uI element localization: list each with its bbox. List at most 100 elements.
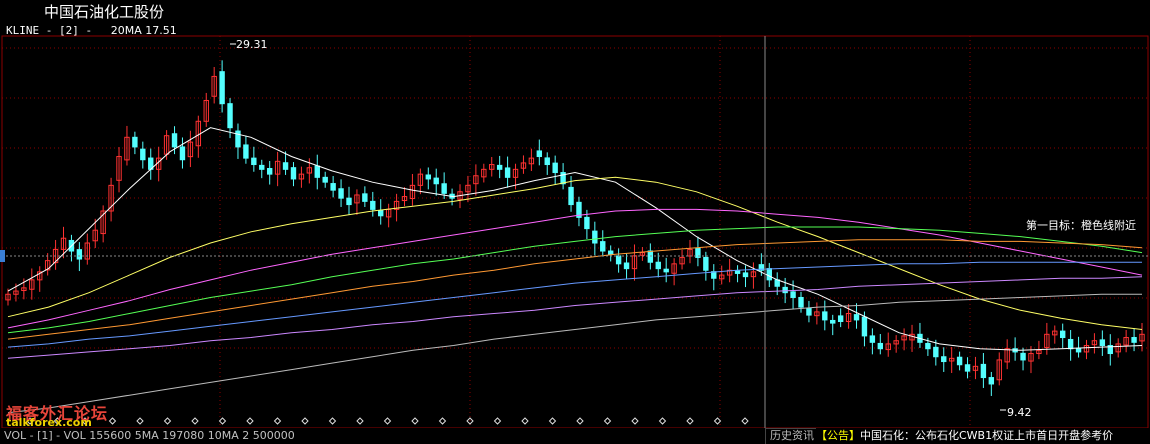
- candle-down: [132, 136, 138, 148]
- candle-down: [552, 162, 558, 174]
- candle-down: [441, 183, 447, 194]
- candle-down: [346, 197, 352, 206]
- event-marker: [273, 417, 282, 425]
- candle-down: [1075, 347, 1082, 353]
- candle-down: [766, 268, 772, 281]
- event-marker: [548, 417, 557, 425]
- candle-down: [504, 167, 511, 178]
- ticker-text: 中国石化：公布石化CWB1权证上市首日开盘参考价: [860, 429, 1114, 442]
- event-marker: [741, 417, 749, 425]
- candle-down: [243, 144, 249, 159]
- candle-down: [140, 148, 146, 161]
- event-marker: [521, 417, 529, 425]
- candle-down: [76, 249, 83, 260]
- volume-indicator-label: VOL - [1] - VOL 155600 5MA 197080 10MA 2…: [4, 429, 295, 442]
- kline-chart-window: 中国石油化工股份 KLINE - [2] - 20MA 17.51 29.31 …: [0, 0, 1150, 444]
- candle-down: [655, 261, 661, 270]
- candle-down: [822, 311, 828, 321]
- event-marker: [631, 417, 639, 425]
- candle-down: [568, 186, 574, 206]
- status-bar: VOL - [1] - VOL 155600 5MA 197080 10MA 2…: [0, 428, 1150, 444]
- candle-down: [433, 177, 439, 185]
- kline-label[interactable]: KLINE - [2] -: [6, 24, 92, 37]
- candle-down: [964, 364, 971, 372]
- candle-down: [933, 346, 939, 358]
- event-marker: [328, 417, 337, 425]
- candle-down: [1020, 352, 1026, 361]
- candle-down: [536, 150, 543, 158]
- candle-down: [647, 250, 654, 263]
- candle-down: [703, 256, 709, 271]
- candle-down: [925, 342, 931, 350]
- stock-title: 中国石油化工股份: [44, 3, 165, 21]
- candle-down: [338, 188, 344, 199]
- candle-down: [251, 157, 257, 166]
- candle-down: [806, 307, 812, 316]
- event-marker: [301, 417, 309, 425]
- price-chart[interactable]: [0, 0, 1150, 444]
- candle-down: [837, 315, 844, 323]
- indicator-legend: KLINE - [2] - 20MA 17.51: [6, 24, 177, 37]
- ticker-tag: 【公告】: [816, 429, 860, 442]
- event-marker: [383, 417, 392, 425]
- event-marker: [493, 417, 502, 425]
- event-marker: [658, 417, 667, 425]
- candle-down: [790, 291, 796, 298]
- event-marker: [603, 417, 612, 425]
- candle-down: [370, 200, 376, 210]
- candle-down: [980, 363, 987, 379]
- event-marker: [246, 417, 254, 425]
- candle-down: [615, 255, 622, 265]
- candle-down: [322, 176, 328, 183]
- candle-down: [877, 342, 884, 350]
- ma-line-2: [7, 176, 1143, 330]
- candle-down: [179, 146, 186, 161]
- high-price-label: 29.31: [236, 38, 268, 51]
- candle-down: [266, 167, 273, 175]
- candle-down: [988, 377, 995, 385]
- event-marker: [576, 417, 584, 425]
- ma-line-6: [7, 261, 1142, 348]
- candle-down: [496, 164, 503, 170]
- ma-value-label: 20MA 17.51: [110, 24, 177, 37]
- candle-down: [584, 216, 590, 230]
- target-annotation: 第一目标：橙色线附近: [1026, 219, 1136, 232]
- candle-down: [742, 272, 749, 278]
- ma-line-8: [7, 293, 1142, 414]
- candle-down: [853, 314, 860, 321]
- chart-frame: [1, 35, 1149, 429]
- candle-down: [798, 296, 804, 308]
- title-bar: 中国石油化工股份: [0, 0, 1150, 22]
- candle-down: [734, 270, 741, 274]
- news-ticker[interactable]: 【公告】中国石化：公布石化CWB1权证上市首日开盘参考价: [816, 428, 1150, 444]
- candle-down: [941, 356, 947, 363]
- candle-down: [607, 250, 614, 255]
- event-marker: [686, 417, 694, 425]
- candle-down: [956, 356, 963, 366]
- candle-down: [171, 133, 178, 148]
- candle-down: [314, 165, 320, 178]
- candle-down: [378, 210, 384, 217]
- event-marker: [411, 417, 419, 425]
- candle-down: [362, 193, 368, 202]
- candle-down: [227, 103, 233, 129]
- ma-line-3: [7, 208, 1143, 329]
- event-marker: [191, 417, 199, 425]
- event-marker: [163, 417, 172, 425]
- event-marker: [356, 417, 364, 425]
- candle-down: [1067, 338, 1074, 350]
- event-marker: [438, 417, 447, 425]
- candle-down: [782, 286, 788, 294]
- event-marker: [136, 417, 144, 425]
- candle-down: [259, 164, 265, 170]
- candle-down: [330, 183, 336, 191]
- candle-down: [869, 335, 876, 343]
- candle-down: [592, 230, 598, 244]
- candle-down: [600, 241, 606, 252]
- candle-down: [1099, 339, 1106, 347]
- candle-down: [290, 167, 297, 180]
- candle-down: [830, 319, 836, 324]
- history-news-button[interactable]: 历史资讯: [765, 428, 819, 444]
- candle-down: [623, 262, 630, 270]
- candle-down: [663, 268, 669, 273]
